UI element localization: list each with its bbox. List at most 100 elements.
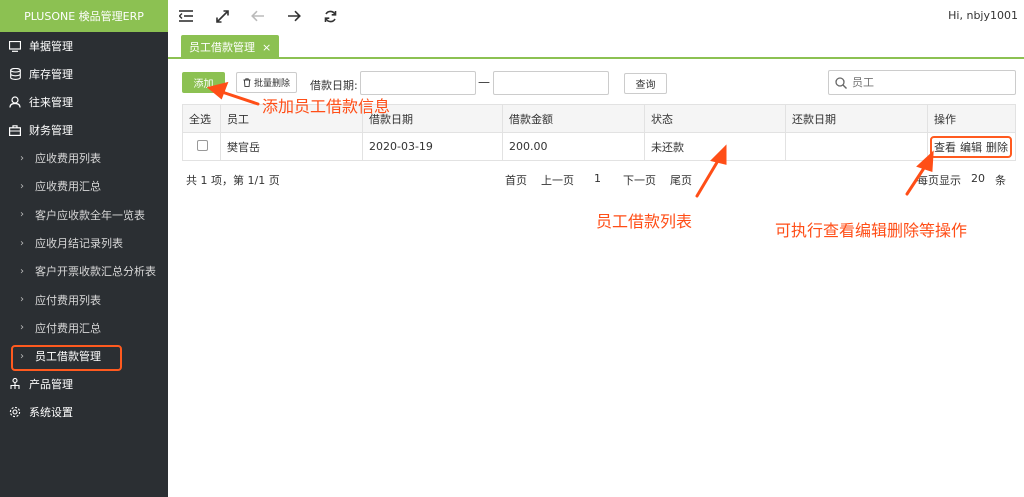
sidebar-subitem-receivable-summary[interactable]: › 应收费用汇总 xyxy=(0,172,168,200)
batch-delete-button[interactable]: 批量删除 xyxy=(236,72,297,93)
sidebar-item-inventory[interactable]: 库存管理 xyxy=(0,60,168,88)
chevron-right-icon: › xyxy=(20,265,24,277)
cell-loan-amount: 200.00 xyxy=(502,132,645,161)
sidebar-item-label: 单据管理 xyxy=(29,40,73,53)
page-size-control: 每页显示 20 条 xyxy=(917,172,1006,188)
annotation-ops: 可执行查看编辑删除等操作 xyxy=(775,221,968,240)
chevron-right-icon: › xyxy=(20,180,24,192)
page-size-label: 每页显示 xyxy=(917,174,961,187)
date-range-separator: — xyxy=(478,75,490,89)
chevron-right-icon: › xyxy=(20,152,24,164)
sidebar-subitem-label: 应付费用汇总 xyxy=(35,321,101,335)
tab-employee-loans[interactable]: 员工借款管理 × xyxy=(181,35,280,59)
sidebar-subitem-label: 应收月结记录列表 xyxy=(35,237,123,251)
refresh-icon xyxy=(324,10,336,22)
fullscreen-button[interactable] xyxy=(204,0,240,32)
sidebar-subitem-payable-summary[interactable]: › 应付费用汇总 xyxy=(0,314,168,342)
sidebar-subitem-employee-loans[interactable]: › 员工借款管理 xyxy=(0,342,168,372)
sidebar: PLUSONE 検品管理ERP 单据管理 库存管理 往来管理 财务管理 › 应收费… xyxy=(0,0,168,497)
row-actions: 查看 编辑 删除 xyxy=(930,135,1012,158)
user-greeting[interactable]: Hi, nbjy1001 xyxy=(948,9,1018,22)
sidebar-item-label: 往来管理 xyxy=(29,96,73,109)
search-icon xyxy=(835,76,847,89)
annotation-list: 员工借款列表 xyxy=(596,212,693,231)
sitemap-icon xyxy=(8,377,22,391)
sidebar-subitem-customer-annual[interactable]: › 客户应收款全年一览表 xyxy=(0,201,168,229)
sidebar-item-label: 产品管理 xyxy=(29,378,73,392)
sidebar-item-label: 系统设置 xyxy=(29,406,73,420)
back-button[interactable] xyxy=(240,0,276,32)
page-size-unit: 条 xyxy=(995,174,1006,187)
cell-loan-date: 2020-03-19 xyxy=(362,132,503,161)
row-select-cell xyxy=(182,132,221,161)
arrow-right-icon xyxy=(288,10,301,22)
employee-search-input[interactable] xyxy=(852,76,1002,89)
sidebar-item-products[interactable]: 产品管理 xyxy=(0,370,168,398)
loan-date-start-input[interactable] xyxy=(360,71,476,95)
sidebar-subitem-label: 应收费用汇总 xyxy=(35,180,101,194)
delete-button[interactable]: 删除 xyxy=(986,141,1008,154)
pager: 首页 上一页 1 下一页 尾页 xyxy=(505,172,706,188)
current-page[interactable]: 1 xyxy=(594,172,601,188)
cell-actions: 查看 编辑 删除 xyxy=(927,132,1016,161)
header-status: 状态 xyxy=(644,104,786,133)
expand-icon xyxy=(215,9,229,23)
header-loan-amount: 借款金额 xyxy=(502,104,645,133)
employee-search-box[interactable] xyxy=(828,70,1016,95)
chevron-right-icon: › xyxy=(20,209,24,221)
sidebar-item-contacts[interactable]: 往来管理 xyxy=(0,88,168,116)
row-checkbox[interactable] xyxy=(197,139,208,151)
arrow-to-add-button xyxy=(220,90,260,106)
first-page-link[interactable]: 首页 xyxy=(505,172,527,188)
cell-employee: 樊官岳 xyxy=(220,132,363,161)
view-button[interactable]: 查看 xyxy=(934,141,956,154)
add-button[interactable]: 添加 xyxy=(182,72,225,93)
prev-page-link[interactable]: 上一页 xyxy=(541,172,574,188)
menu-indent-icon xyxy=(179,10,193,22)
header-select-all[interactable]: 全选 xyxy=(182,104,221,133)
trash-icon xyxy=(243,78,251,87)
last-page-link[interactable]: 尾页 xyxy=(670,172,692,188)
annotation-add: 添加员工借款信息 xyxy=(262,97,391,116)
sidebar-item-settings[interactable]: 系统设置 xyxy=(0,398,168,426)
chevron-right-icon: › xyxy=(20,294,24,306)
arrow-left-icon xyxy=(251,10,264,22)
sidebar-subitem-label: 应收费用列表 xyxy=(35,152,101,166)
sidebar-subitem-invoice-analysis[interactable]: › 客户开票收款汇总分析表 xyxy=(0,257,168,285)
next-page-link[interactable]: 下一页 xyxy=(623,172,656,188)
sidebar-subitem-receivable-list[interactable]: › 应收费用列表 xyxy=(0,144,168,172)
header-actions: 操作 xyxy=(927,104,1016,133)
sidebar-subitem-monthly-settlement[interactable]: › 应收月结记录列表 xyxy=(0,229,168,257)
chevron-right-icon: › xyxy=(20,322,24,334)
gear-icon xyxy=(8,405,22,419)
sidebar-item-finance[interactable]: 财务管理 xyxy=(0,116,168,144)
sidebar-subitem-label: 员工借款管理 xyxy=(35,350,101,364)
loan-date-label: 借款日期: xyxy=(310,79,358,92)
sidebar-item-documents[interactable]: 单据管理 xyxy=(0,32,168,60)
loan-date-end-input[interactable] xyxy=(493,71,609,95)
menu-toggle-button[interactable] xyxy=(168,0,204,32)
sidebar-item-label: 库存管理 xyxy=(29,68,73,81)
sidebar-subitem-label: 客户开票收款汇总分析表 xyxy=(35,265,156,279)
cell-status: 未还款 xyxy=(644,132,786,161)
sidebar-item-label: 财务管理 xyxy=(29,124,73,137)
tab-label: 员工借款管理 xyxy=(189,41,255,54)
refresh-button[interactable] xyxy=(312,0,348,32)
briefcase-icon xyxy=(8,123,22,137)
close-icon[interactable]: × xyxy=(262,41,271,54)
query-button[interactable]: 查询 xyxy=(624,73,667,94)
header-repay-date: 还款日期 xyxy=(785,104,928,133)
top-toolbar: Hi, nbjy1001 xyxy=(168,0,1024,32)
cell-repay-date xyxy=(785,132,928,161)
sidebar-subitem-label: 应付费用列表 xyxy=(35,293,101,307)
sidebar-subitem-payable-list[interactable]: › 应付费用列表 xyxy=(0,285,168,313)
chevron-right-icon: › xyxy=(20,237,24,249)
chevron-right-icon: › xyxy=(20,350,24,362)
table-row: 樊官岳 2020-03-19 200.00 未还款 查看 编辑 删除 xyxy=(182,132,1016,161)
edit-button[interactable]: 编辑 xyxy=(960,141,982,154)
forward-button[interactable] xyxy=(276,0,312,32)
monitor-icon xyxy=(8,39,22,53)
sidebar-subitem-label: 客户应收款全年一览表 xyxy=(35,208,145,222)
page-size-value[interactable]: 20 xyxy=(971,172,985,188)
batch-delete-label: 批量删除 xyxy=(253,79,290,89)
